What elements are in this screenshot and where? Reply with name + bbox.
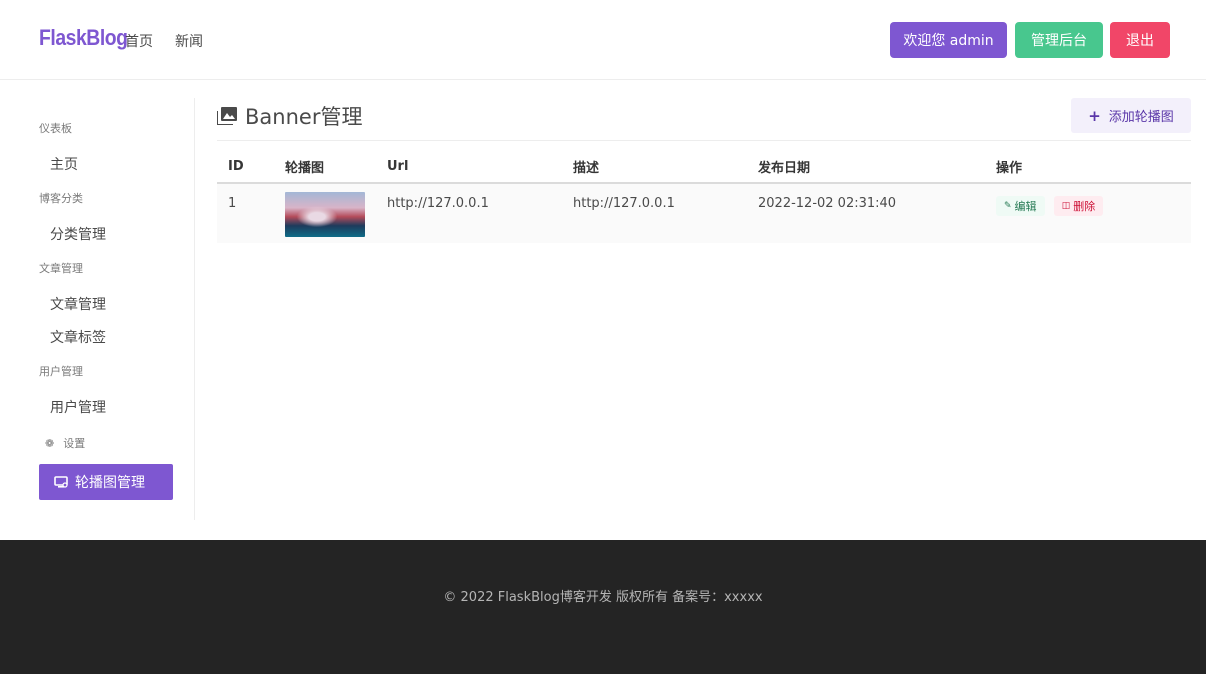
cell-url: http://127.0.0.1 — [376, 183, 562, 243]
column-header-date: 发布日期 — [747, 151, 985, 184]
column-header-actions: 操作 — [985, 151, 1191, 184]
column-header-id: ID — [217, 151, 274, 184]
table-row: 1 http://127.0.0.1 http://127.0.0.1 2022… — [217, 183, 1191, 243]
add-banner-label: 添加轮播图 — [1108, 110, 1174, 125]
banner-icon — [54, 476, 68, 488]
footer-copyright: © 2022 FlaskBlog博客开发 版权所有 备案号：xxxxx — [443, 590, 763, 605]
cell-description: http://127.0.0.1 — [562, 183, 747, 243]
admin-panel-button[interactable]: 管理后台 — [1015, 22, 1103, 58]
column-header-banner: 轮播图 — [274, 151, 376, 184]
sidebar-item-article-tags[interactable]: 文章标签 — [50, 327, 106, 347]
column-header-url: Url — [376, 151, 562, 184]
nav-link-news[interactable]: 新闻 — [175, 31, 203, 51]
add-banner-button[interactable]: + 添加轮播图 — [1071, 98, 1191, 133]
top-navbar: FlaskBlog 首页 新闻 欢迎您 admin 管理后台 退出 — [0, 0, 1206, 80]
footer: © 2022 FlaskBlog博客开发 版权所有 备案号：xxxxx — [0, 540, 1206, 674]
sidebar-item-category-manage[interactable]: 分类管理 — [50, 224, 106, 244]
welcome-user-button[interactable]: 欢迎您 admin — [890, 22, 1007, 58]
table-header-row: ID 轮播图 Url 描述 发布日期 操作 — [217, 151, 1191, 184]
sidebar-item-settings[interactable]: ❁ 设置 — [45, 435, 85, 451]
page-title-text: Banner管理 — [245, 105, 363, 129]
plus-icon: + — [1088, 106, 1101, 125]
page-header: Banner管理 + 添加轮播图 — [217, 98, 1191, 141]
edit-label: 编辑 — [1014, 200, 1037, 213]
cell-id: 1 — [217, 183, 274, 243]
sidebar-item-home[interactable]: 主页 — [50, 154, 78, 174]
sidebar-item-settings-label: 设置 — [63, 437, 86, 450]
sidebar-menu: 仪表板 主页 博客分类 分类管理 文章管理 文章管理 文章标签 用户管理 用户管… — [0, 98, 195, 520]
delete-label: 删除 — [1073, 200, 1096, 213]
nav-link-home[interactable]: 首页 — [125, 31, 153, 51]
sidebar-item-user-manage[interactable]: 用户管理 — [50, 397, 106, 417]
column-header-description: 描述 — [562, 151, 747, 184]
menu-label-dashboard: 仪表板 — [39, 122, 72, 135]
delete-button[interactable]: ◫ 删除 — [1053, 196, 1104, 216]
image-icon — [217, 107, 237, 125]
sidebar-item-article-manage[interactable]: 文章管理 — [50, 294, 106, 314]
edit-button[interactable]: ✎ 编辑 — [996, 196, 1045, 216]
brand-logo[interactable]: FlaskBlog — [39, 25, 128, 51]
menu-label-category: 博客分类 — [39, 192, 83, 205]
logout-button[interactable]: 退出 — [1110, 22, 1170, 58]
cell-banner — [274, 183, 376, 243]
banner-table: ID 轮播图 Url 描述 发布日期 操作 1 http://127.0.0.1… — [217, 151, 1191, 243]
sidebar-item-banner-label: 轮播图管理 — [75, 475, 145, 491]
sidebar-item-banner-manage[interactable]: 轮播图管理 — [39, 464, 173, 500]
banner-thumbnail — [285, 192, 365, 237]
cell-date: 2022-12-02 02:31:40 — [747, 183, 985, 243]
edit-icon: ✎ — [1004, 201, 1012, 211]
cell-actions: ✎ 编辑 ◫ 删除 — [985, 183, 1191, 243]
menu-label-article: 文章管理 — [39, 262, 83, 275]
gear-icon: ❁ — [45, 436, 55, 450]
trash-icon: ◫ — [1061, 201, 1071, 211]
menu-label-user: 用户管理 — [39, 365, 83, 378]
page-title: Banner管理 — [217, 101, 362, 131]
